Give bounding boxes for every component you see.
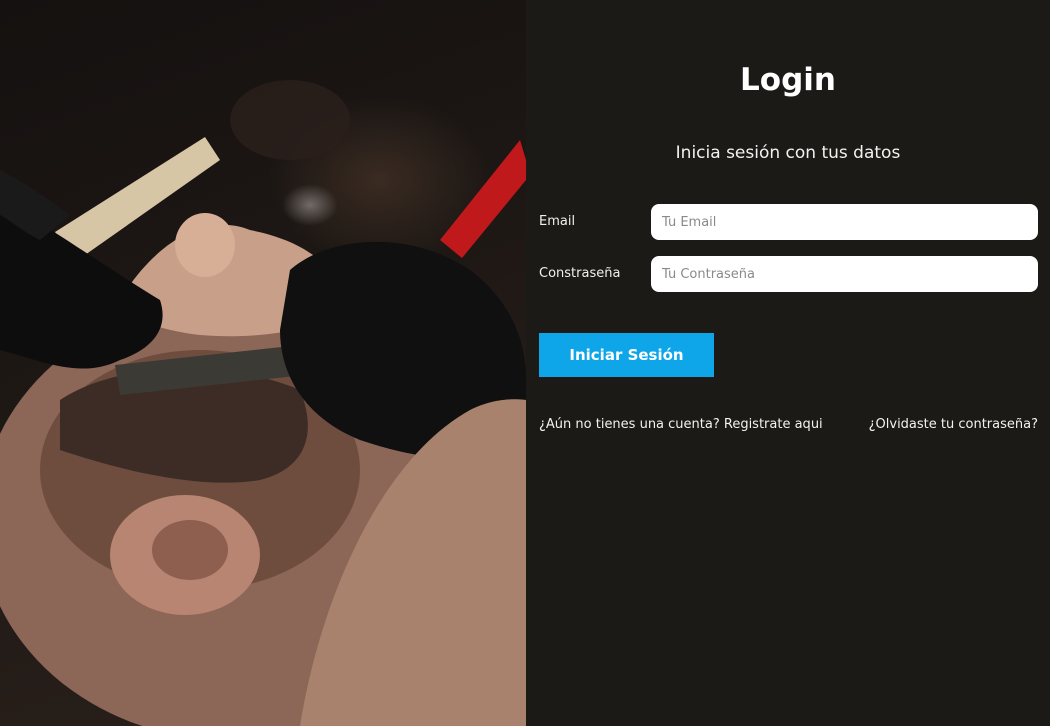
forgot-password-link[interactable]: ¿Olvidaste tu contraseña?	[869, 417, 1038, 432]
email-field[interactable]	[651, 204, 1038, 240]
password-label: Constraseña	[539, 266, 621, 281]
register-link[interactable]: ¿Aún no tienes una cuenta? Registrate aq…	[539, 417, 823, 432]
barber-photo	[0, 80, 526, 726]
password-field[interactable]	[651, 256, 1038, 292]
hero-image	[0, 0, 526, 726]
email-label: Email	[539, 214, 576, 229]
login-button[interactable]: Iniciar Sesión	[539, 333, 714, 377]
login-subtitle: Inicia sesión con tus datos	[675, 143, 901, 163]
page-title: Login	[740, 62, 836, 98]
login-panel: Login Inicia sesión con tus datos Email …	[526, 0, 1050, 726]
